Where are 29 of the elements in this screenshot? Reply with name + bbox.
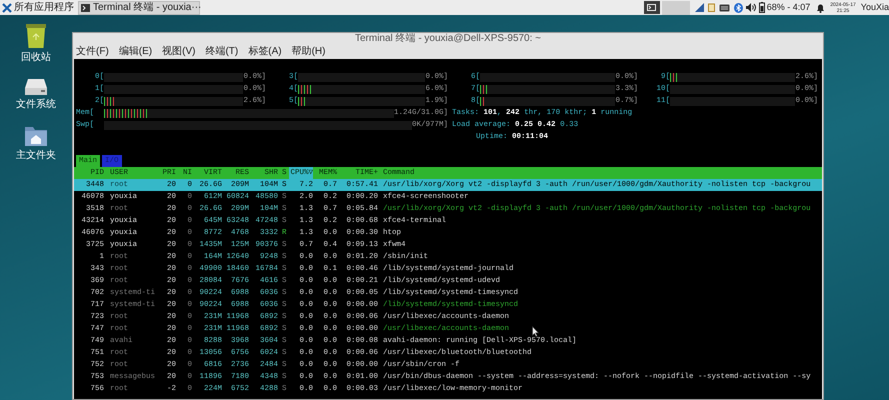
desktop-icon-label[interactable]: 文件系统 [16,99,56,111]
battery-icon[interactable] [758,2,765,13]
mouse-pointer-icon [532,326,539,337]
menu-item[interactable]: 编辑(E) [118,46,152,58]
taskbar-button[interactable]: Terminal 终端 - youxia··· [78,0,200,14]
menu-item[interactable]: 终端(T) [205,46,238,58]
window-title: Terminal 终端 - youxia@Dell-XPS-9570: ~ [354,33,542,45]
apps-menu[interactable]: 所有应用程序 [14,0,74,15]
menu-item[interactable]: 视图(V) [162,46,196,58]
desktop-icon-label[interactable]: 主文件夹 [16,150,56,162]
signal-icon[interactable] [694,3,704,12]
trash-bin-icon[interactable] [24,23,48,49]
menu-item[interactable]: 标签(A) [248,46,282,58]
drive-icon[interactable] [24,78,48,96]
desktop-icon-label[interactable]: 回收站 [21,52,51,64]
user-name[interactable]: YouXia [860,0,889,14]
bluetooth-icon[interactable] [734,2,743,12]
workspace-switcher[interactable] [662,0,690,14]
home-folder-icon[interactable] [24,125,48,147]
speaker-icon[interactable] [746,3,756,12]
terminal-launcher-icon[interactable] [644,1,660,14]
bell-icon[interactable] [816,2,826,12]
clipboard-icon[interactable] [708,3,715,12]
menu-item[interactable]: 文件(F) [76,46,109,58]
menu-item[interactable]: 帮助(H) [292,46,326,58]
apps-menu-icon[interactable] [2,2,12,12]
terminal-icon [81,4,90,12]
battery-status[interactable]: 68% - 4:07 [766,0,810,14]
keyboard-icon[interactable] [718,4,730,12]
